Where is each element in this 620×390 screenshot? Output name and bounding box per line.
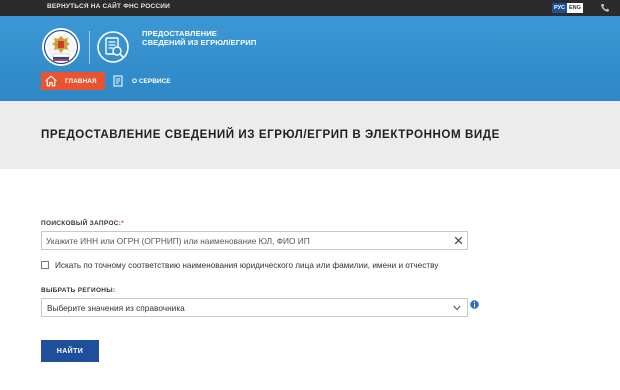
search-input[interactable] — [41, 231, 468, 250]
required-mark: * — [121, 220, 125, 227]
home-icon — [45, 75, 57, 87]
search-query-label: Поисковый запрос:* — [41, 220, 124, 227]
nav-about-label: О сервисе — [132, 77, 171, 85]
search-button[interactable]: Найти — [41, 340, 99, 362]
header-title: Предоставление сведений из ЕГРЮЛ/ЕГРИП — [142, 29, 257, 47]
info-icon[interactable] — [470, 300, 479, 309]
region-select-value: Выберите значения из справочника — [47, 303, 185, 313]
back-to-fns-link[interactable]: Вернуться на сайт ФНС России — [47, 3, 170, 10]
header-divider — [89, 31, 90, 64]
nav-about-tab[interactable]: О сервисе — [112, 72, 182, 90]
fns-emblem-icon[interactable] — [41, 27, 81, 67]
phone-icon[interactable] — [600, 3, 610, 13]
region-select[interactable]: Выберите значения из справочника — [41, 298, 468, 317]
nav-home-label: Главная — [65, 77, 97, 85]
region-label: Выбрать регионы: — [41, 287, 116, 294]
clear-icon[interactable] — [454, 236, 463, 245]
lang-en-button[interactable]: ENG — [567, 3, 583, 13]
title-band: Предоставление сведений из ЕГРЮЛ/ЕГРИП в… — [0, 101, 620, 169]
exact-match-checkbox[interactable] — [41, 261, 49, 269]
top-bar: Вернуться на сайт ФНС России РУС ENG — [0, 0, 620, 16]
exact-match-label[interactable]: Искать по точному соответствию наименова… — [55, 261, 438, 270]
main-nav: Главная О сервисе — [0, 70, 620, 92]
page-title: Предоставление сведений из ЕГРЮЛ/ЕГРИП в… — [41, 128, 500, 141]
document-icon — [113, 75, 123, 87]
exact-match-option: Искать по точному соответствию наименова… — [41, 259, 438, 271]
service-document-icon — [97, 31, 129, 63]
language-switcher: РУС ENG — [552, 3, 583, 13]
lang-ru-button[interactable]: РУС — [552, 3, 567, 13]
site-header: Предоставление сведений из ЕГРЮЛ/ЕГРИП Г… — [0, 16, 620, 101]
nav-home-tab[interactable]: Главная — [41, 72, 105, 90]
search-query-label-text: Поисковый запрос: — [41, 220, 122, 227]
chevron-down-icon — [453, 305, 461, 311]
